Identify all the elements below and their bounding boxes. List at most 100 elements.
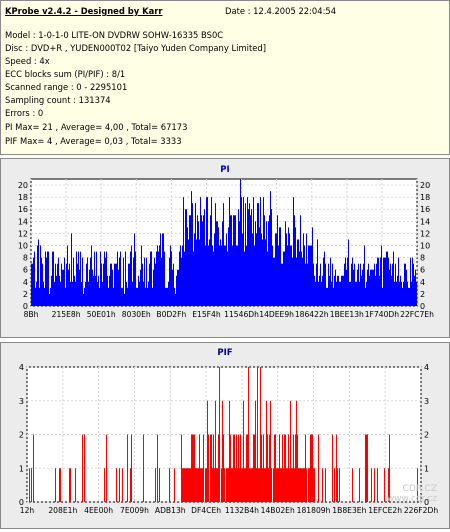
data-bar bbox=[269, 434, 270, 502]
y-tick-label-right: 16 bbox=[420, 205, 430, 214]
data-bar bbox=[253, 197, 254, 306]
data-bar bbox=[336, 281, 337, 306]
data-bar bbox=[110, 263, 111, 306]
x-tick-label: 14B02Eh bbox=[261, 506, 295, 515]
data-bar bbox=[316, 263, 317, 306]
data-bar bbox=[366, 434, 367, 502]
data-bar bbox=[339, 281, 340, 306]
data-bar bbox=[296, 400, 297, 502]
data-bar bbox=[314, 275, 315, 306]
data-bar bbox=[48, 251, 49, 306]
data-bar bbox=[408, 287, 409, 306]
data-bar bbox=[301, 468, 302, 502]
data-bar bbox=[35, 287, 36, 306]
data-bar bbox=[392, 263, 393, 306]
data-bar bbox=[118, 269, 119, 306]
data-bar bbox=[292, 468, 293, 502]
y-tick-label-left: 4 bbox=[23, 278, 28, 287]
data-bar bbox=[303, 233, 304, 306]
data-bar bbox=[162, 233, 163, 306]
data-bar bbox=[100, 251, 101, 306]
data-bar bbox=[170, 245, 171, 306]
data-bar bbox=[196, 239, 197, 306]
data-bar bbox=[277, 468, 278, 502]
data-bar bbox=[223, 434, 224, 502]
data-bar bbox=[172, 269, 173, 306]
data-bar bbox=[262, 239, 263, 306]
data-bar bbox=[115, 263, 116, 306]
data-bar bbox=[282, 263, 283, 306]
data-bar bbox=[409, 287, 410, 306]
data-bar bbox=[188, 239, 189, 306]
data-bar bbox=[130, 251, 131, 306]
data-bar bbox=[405, 263, 406, 306]
data-bar bbox=[228, 227, 229, 306]
y-tick-label-left: 4 bbox=[19, 363, 24, 372]
data-bar bbox=[331, 281, 332, 306]
data-bar bbox=[376, 263, 377, 306]
data-bar bbox=[265, 468, 266, 502]
data-bar bbox=[242, 468, 243, 502]
data-bar bbox=[285, 221, 286, 306]
data-bar bbox=[189, 215, 190, 306]
data-bar bbox=[274, 434, 275, 502]
y-tick-label-right: 18 bbox=[420, 193, 430, 202]
data-bar bbox=[239, 221, 240, 306]
y-tick-label-left: 2 bbox=[19, 431, 24, 440]
data-bar bbox=[279, 434, 280, 502]
data-bar bbox=[374, 263, 375, 306]
x-tick-label: 14DEE9h bbox=[259, 310, 294, 319]
data-bar bbox=[336, 434, 337, 502]
data-bar bbox=[294, 215, 295, 306]
data-bar bbox=[250, 215, 251, 306]
data-bar bbox=[416, 281, 417, 306]
data-bar bbox=[224, 468, 225, 502]
y-tick-label-right: 6 bbox=[420, 266, 425, 275]
watermark: CDR.CZ www.cdr.cz bbox=[386, 484, 437, 504]
data-bar bbox=[290, 245, 291, 306]
data-bar bbox=[148, 281, 149, 306]
data-bar bbox=[310, 245, 311, 306]
data-bar bbox=[252, 468, 253, 502]
data-bar bbox=[368, 263, 369, 306]
data-bar bbox=[82, 257, 83, 306]
data-bar bbox=[276, 233, 277, 306]
data-bar bbox=[199, 239, 200, 306]
data-bar bbox=[301, 251, 302, 306]
data-bar bbox=[253, 434, 254, 502]
data-bar bbox=[70, 468, 71, 502]
data-bar bbox=[403, 281, 404, 306]
data-bar bbox=[174, 468, 175, 502]
data-bar bbox=[59, 275, 60, 306]
y-tick-label-left: 10 bbox=[18, 242, 28, 251]
data-bar bbox=[222, 221, 223, 306]
data-bar bbox=[47, 251, 48, 306]
data-bar bbox=[303, 468, 304, 502]
data-bar bbox=[261, 434, 262, 502]
data-bar bbox=[219, 245, 220, 306]
data-bar bbox=[201, 468, 202, 502]
data-bar bbox=[361, 275, 362, 306]
data-bar bbox=[164, 251, 165, 306]
data-bar bbox=[254, 245, 255, 306]
pif-chart-title: PIF bbox=[217, 348, 233, 358]
data-bar bbox=[296, 257, 297, 306]
data-bar bbox=[352, 468, 353, 502]
data-bar bbox=[327, 287, 328, 306]
data-bar bbox=[413, 263, 414, 306]
data-bar bbox=[34, 251, 35, 306]
data-bar bbox=[188, 468, 189, 502]
data-bar bbox=[142, 263, 143, 306]
data-bar bbox=[324, 251, 325, 306]
data-bar bbox=[126, 281, 127, 306]
data-bar bbox=[360, 263, 361, 306]
data-bar bbox=[82, 434, 83, 502]
data-bar bbox=[209, 239, 210, 306]
data-bar bbox=[131, 434, 132, 502]
data-bar bbox=[52, 251, 53, 306]
y-tick-label-right: 3 bbox=[424, 397, 429, 406]
data-bar bbox=[161, 257, 162, 306]
data-bar bbox=[321, 281, 322, 306]
data-bar bbox=[234, 215, 235, 306]
data-bar bbox=[315, 281, 316, 306]
